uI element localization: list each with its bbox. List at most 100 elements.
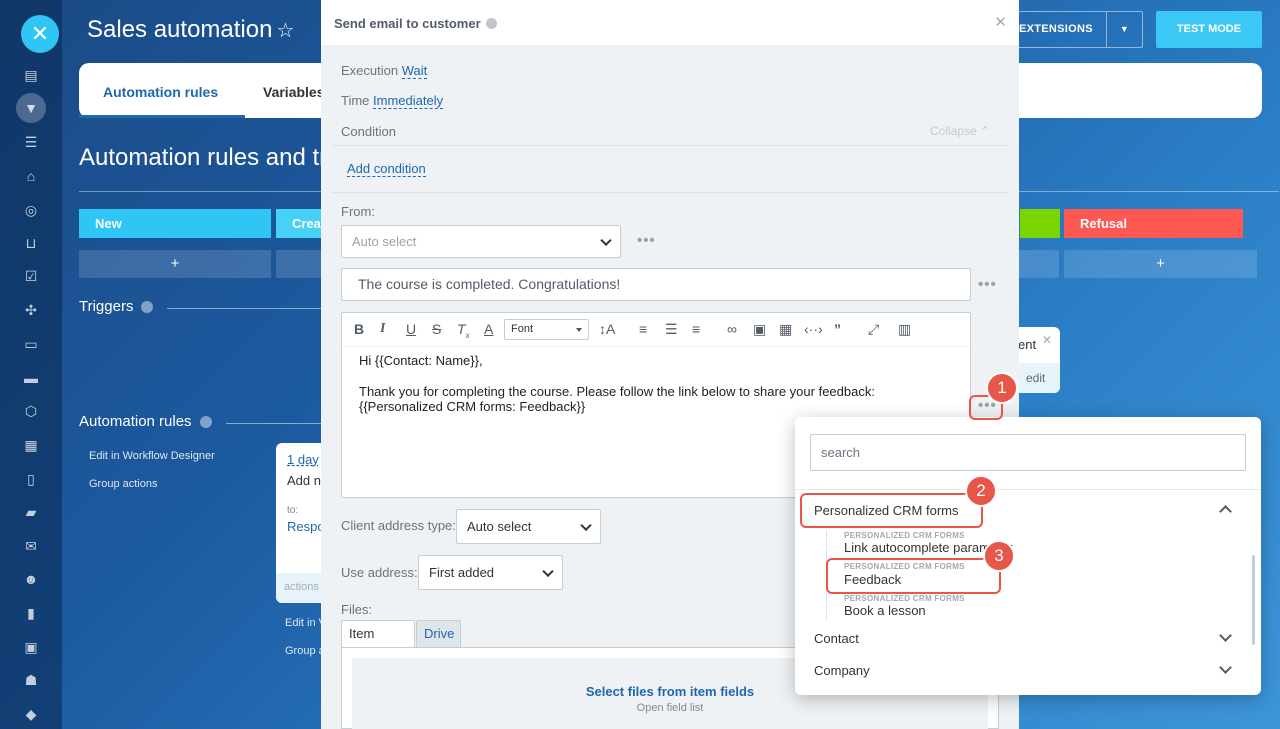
rule-card[interactable]: 1 day Add n to: Respo actions — [276, 443, 326, 603]
stage-new[interactable]: New — [79, 209, 271, 238]
chevron-down-icon[interactable] — [1219, 629, 1232, 642]
divider — [331, 192, 1009, 193]
document-icon[interactable]: ▭ — [22, 335, 40, 353]
group-actions-link[interactable]: Group a — [285, 645, 325, 657]
calendar-icon[interactable]: ▦ — [22, 436, 40, 454]
from-label: From: — [341, 204, 375, 219]
subject-input[interactable]: The course is completed. Congratulations… — [341, 268, 971, 301]
test-mode-button[interactable]: TEST MODE — [1156, 11, 1262, 48]
box-icon[interactable]: ◆ — [22, 705, 40, 723]
text-color-icon[interactable]: A — [484, 321, 493, 337]
close-icon[interactable]: ✕ — [1042, 333, 1052, 347]
font-select[interactable]: Font — [504, 319, 589, 340]
group-actions-link[interactable]: Group actions — [89, 478, 157, 490]
group-contact[interactable]: Contact — [814, 631, 859, 646]
star-icon[interactable]: ☆ — [276, 20, 294, 42]
use-address-select[interactable]: First added — [418, 555, 563, 590]
add-condition-link[interactable]: Add condition — [347, 161, 426, 177]
link-icon[interactable]: ∞ — [727, 321, 737, 337]
collapse-toggle[interactable]: Collapse ⌃ — [930, 124, 990, 138]
execution-value[interactable]: Wait — [401, 63, 428, 79]
italic-icon[interactable]: I — [380, 321, 385, 337]
edit-in-designer-link[interactable]: Edit in Workflow Designer — [89, 450, 215, 462]
id-card-icon[interactable]: ▣ — [22, 638, 40, 656]
stage-created[interactable]: Crea — [276, 209, 326, 238]
chevron-down-icon[interactable] — [1219, 661, 1232, 674]
time-value[interactable]: Immediately — [373, 93, 444, 109]
flow-icon[interactable]: ✣ — [22, 301, 40, 319]
font-size-icon[interactable]: ↕A — [599, 321, 615, 337]
rule-name: Add n — [287, 473, 321, 488]
mail-icon[interactable]: ✉ — [22, 537, 40, 555]
add-rule-plus-icon[interactable]: + — [1064, 250, 1257, 278]
tab-item-fields[interactable]: Item fields — [341, 620, 415, 667]
more-icon[interactable]: ••• — [978, 276, 997, 293]
from-select[interactable]: Auto select — [341, 225, 621, 258]
underline-icon[interactable]: U — [406, 321, 416, 337]
group-company[interactable]: Company — [814, 663, 870, 678]
chevron-up-icon[interactable] — [1219, 505, 1232, 518]
bullet-list-icon[interactable]: ☰ — [665, 321, 678, 338]
edit-in-designer-link[interactable]: Edit in V — [285, 617, 326, 629]
more-icon[interactable]: ••• — [637, 232, 656, 249]
help-icon[interactable] — [141, 301, 154, 314]
home-icon[interactable]: ▤ — [22, 66, 40, 84]
page-title: Sales automation ☆ — [87, 16, 295, 43]
step-badge: 3 — [983, 540, 1015, 572]
chat-icon[interactable]: ▬ — [22, 369, 40, 387]
image-icon[interactable]: ▣ — [753, 321, 766, 338]
open-field-list-link[interactable]: Open field list — [352, 702, 988, 714]
tab-variables[interactable]: Variables — [263, 84, 325, 100]
email-body-text: Hi {{Contact: Name}}, Thank you for comp… — [359, 353, 875, 414]
section-heading: Automation rules and tri — [79, 144, 333, 171]
robot-icon[interactable]: ☗ — [22, 671, 40, 689]
numbered-list-icon[interactable]: ≡ — [639, 321, 647, 337]
rule-actions[interactable]: actions — [276, 573, 326, 603]
search-input[interactable] — [810, 434, 1246, 471]
extensions-button[interactable]: EXTENSIONS ▼ — [1010, 11, 1143, 48]
tab-automation-rules[interactable]: Automation rules — [103, 84, 218, 100]
bold-icon[interactable]: B — [354, 321, 364, 337]
divider — [331, 145, 1009, 146]
stage-refusal[interactable]: Refusal — [1064, 209, 1243, 238]
close-icon[interactable]: ✕ — [994, 13, 1007, 31]
tab-drive[interactable]: Drive — [416, 620, 461, 648]
contacts-icon[interactable]: ☻ — [22, 570, 40, 588]
stage-won[interactable] — [1020, 209, 1060, 238]
rule-delay[interactable]: 1 day — [287, 452, 319, 467]
clear-format-icon[interactable]: Tx — [457, 321, 470, 340]
chevron-down-icon[interactable]: ▼ — [1106, 12, 1142, 47]
file-icon[interactable]: ▯ — [22, 470, 40, 488]
client-address-select[interactable]: Auto select — [456, 509, 601, 544]
close-slider-icon[interactable]: ✕ — [21, 15, 59, 53]
funnel-icon[interactable]: ▼ — [16, 93, 46, 123]
help-icon[interactable] — [199, 416, 212, 429]
target-icon[interactable]: ◎ — [22, 201, 40, 219]
source-toggle-icon[interactable]: ▥ — [898, 321, 911, 338]
divider — [226, 423, 322, 424]
quote-icon[interactable]: ” — [834, 321, 841, 337]
client-address-label: Client address type: — [341, 518, 456, 533]
add-rule-plus-icon[interactable]: + — [79, 250, 271, 278]
analytics-icon[interactable]: ▮ — [22, 604, 40, 622]
hexagon-icon[interactable]: ⬡ — [22, 402, 40, 420]
table-icon[interactable]: ▦ — [779, 321, 792, 338]
drive-icon[interactable]: ▰ — [22, 503, 40, 521]
checkbox-icon[interactable]: ☑ — [22, 267, 40, 285]
fullscreen-icon[interactable]: ⤢ — [868, 321, 879, 338]
scrollbar[interactable] — [1252, 555, 1255, 645]
list-item[interactable]: Book a lesson — [844, 603, 926, 618]
bank-icon[interactable]: ⌂ — [22, 167, 40, 185]
code-icon[interactable]: ‹··› — [804, 321, 823, 337]
add-rule-plus-icon[interactable] — [276, 250, 321, 278]
cart-icon[interactable]: ⊔ — [22, 234, 40, 252]
help-icon[interactable] — [485, 18, 497, 29]
add-rule-plus-icon[interactable] — [1019, 250, 1059, 278]
time-row: Time Immediately — [341, 93, 444, 109]
tasks-icon[interactable]: ☰ — [22, 133, 40, 151]
align-icon[interactable]: ≡ — [692, 321, 700, 337]
chevron-down-icon — [542, 565, 554, 577]
active-tab-underline — [79, 115, 245, 118]
files-label: Files: — [341, 602, 373, 617]
strikethrough-icon[interactable]: S — [432, 321, 441, 337]
